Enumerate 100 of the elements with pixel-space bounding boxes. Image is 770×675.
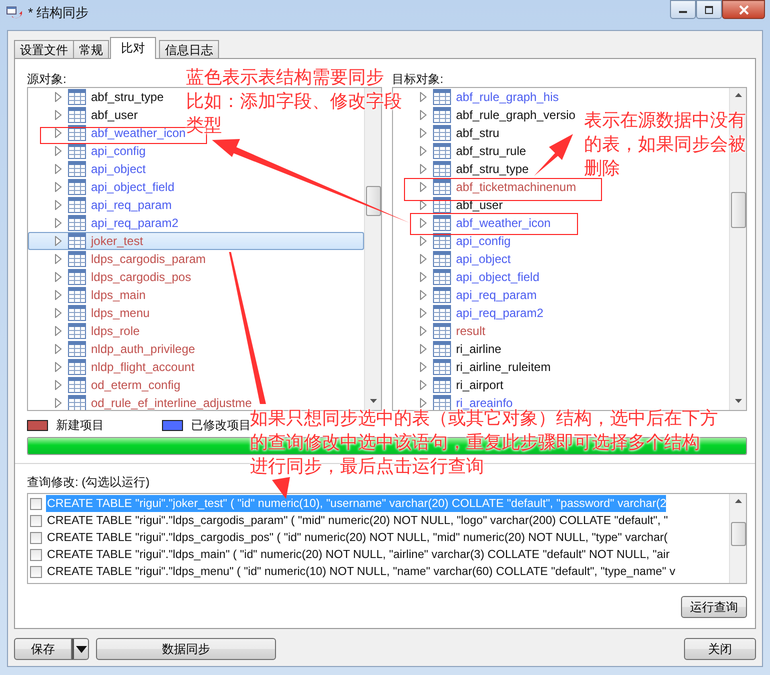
data-sync-button[interactable]: 数据同步 xyxy=(96,638,276,660)
table-icon xyxy=(433,89,451,105)
tab[interactable]: 设置文件 xyxy=(14,40,74,59)
annotation-text: 的查询修改中选中该语句，重复此步骤即可选择多个结构 xyxy=(250,431,700,455)
table-icon xyxy=(433,233,451,249)
table-icon xyxy=(68,359,86,375)
table-icon xyxy=(433,179,451,195)
checkbox[interactable] xyxy=(30,498,42,510)
tree-item[interactable]: api_req_param xyxy=(456,288,537,302)
table-icon xyxy=(433,359,451,375)
tree-item[interactable]: abf_weather_icon xyxy=(456,216,551,230)
scroll-down-icon[interactable] xyxy=(734,398,742,404)
tree-item[interactable]: abf_stru_type xyxy=(456,162,529,176)
dropdown-button[interactable] xyxy=(72,638,89,660)
table-icon xyxy=(68,323,86,339)
close-dialog-button[interactable]: 关闭 xyxy=(684,638,756,660)
scrollbar-thumb[interactable] xyxy=(366,186,380,216)
checkbox[interactable] xyxy=(30,514,42,526)
table-icon xyxy=(433,251,451,267)
tree-item[interactable]: ri_airline xyxy=(456,342,502,356)
tree-item[interactable]: ldps_menu xyxy=(91,306,150,320)
query-item[interactable]: CREATE TABLE "rigui"."joker_test" ( "id" numeric(10), "username" varchar(20) COLLATE "default", "password" varchar(2 xyxy=(46,495,666,512)
table-icon xyxy=(433,269,451,285)
tree-item[interactable]: api_req_param2 xyxy=(91,216,178,230)
checkbox[interactable] xyxy=(30,566,42,578)
close-button[interactable] xyxy=(722,0,765,19)
table-icon xyxy=(68,269,86,285)
tree-item[interactable]: api_object_field xyxy=(91,180,174,194)
query-label: 查询修改: (勾选以运行) xyxy=(27,474,150,490)
tree-item[interactable]: abf_ticketmachinenum xyxy=(456,180,576,194)
table-icon xyxy=(68,197,86,213)
tree-item[interactable]: ldps_role xyxy=(91,324,140,338)
caret-icon xyxy=(76,646,86,652)
selected-row[interactable]: joker_test xyxy=(28,232,364,250)
table-icon xyxy=(433,305,451,321)
table-icon xyxy=(68,251,86,267)
tree-item[interactable]: api_object xyxy=(91,162,146,176)
tree-item[interactable]: od_eterm_config xyxy=(91,378,180,392)
tree-item[interactable]: nldp_auth_privilege xyxy=(91,342,196,356)
table-icon xyxy=(68,143,86,159)
scrollbar-thumb[interactable] xyxy=(730,522,746,546)
tree-item[interactable]: abf_stru_type xyxy=(91,90,164,104)
table-icon xyxy=(68,125,86,141)
close-icon xyxy=(738,4,750,14)
tree-item[interactable]: api_config xyxy=(456,234,511,248)
tree-item[interactable]: ri_airport xyxy=(456,378,504,392)
minimize-button[interactable] xyxy=(670,0,696,19)
tree-item[interactable]: ldps_main xyxy=(91,288,146,302)
annotation-text: 的表，如果同步会被 xyxy=(584,133,746,157)
tree-item[interactable]: abf_stru_rule xyxy=(456,144,526,158)
table-icon xyxy=(433,161,451,177)
tab[interactable]: 信息日志 xyxy=(159,40,219,59)
table-icon xyxy=(68,233,86,249)
scrollbar-thumb[interactable] xyxy=(730,192,746,228)
table-icon xyxy=(68,89,86,105)
table-icon xyxy=(433,287,451,303)
query-item[interactable]: CREATE TABLE "rigui"."ldps_cargodis_param" ( "mid" numeric(20) NOT NULL, "logo" varchar(200) COLLATE "default", " xyxy=(46,512,668,529)
tree-item[interactable]: api_req_param xyxy=(91,198,172,212)
tree-item[interactable]: api_req_param2 xyxy=(456,306,544,320)
table-icon xyxy=(433,323,451,339)
query-item[interactable]: CREATE TABLE "rigui"."ldps_menu" ( "id" numeric(10) NOT NULL, "name" varchar(60) COLLATE "default", "type_name" v xyxy=(46,563,676,580)
tree-item[interactable]: result xyxy=(456,324,486,338)
tree-item[interactable]: ri_areainfo xyxy=(456,396,513,410)
tree-item[interactable]: nldp_flight_account xyxy=(91,360,194,374)
scroll-up-icon[interactable] xyxy=(734,498,742,504)
checkbox[interactable] xyxy=(30,548,42,560)
tree-item[interactable]: api_object_field xyxy=(456,270,540,284)
tree-item[interactable]: abf_rule_graph_versio xyxy=(456,108,576,122)
legend-label: 已修改项目 xyxy=(191,418,251,434)
query-item[interactable]: CREATE TABLE "rigui"."ldps_cargodis_pos" ( "id" numeric(20) NOT NULL, "mid" numeric(20) NOT NULL, "type" varchar( xyxy=(46,529,668,546)
table-icon xyxy=(433,377,451,393)
tree-item[interactable]: ldps_cargodis_param xyxy=(91,252,206,266)
tree-item[interactable]: api_object xyxy=(456,252,511,266)
tree-item[interactable]: abf_rule_graph_his xyxy=(456,90,559,104)
annotation-text: 进行同步，最后点击运行查询 xyxy=(250,455,484,479)
save-button[interactable]: 保存 xyxy=(14,638,72,660)
table-icon xyxy=(68,215,86,231)
maximize-button[interactable] xyxy=(696,0,722,19)
tree-item[interactable]: abf_stru xyxy=(456,126,500,140)
tree-item[interactable]: abf_user xyxy=(456,198,503,212)
scroll-up-icon[interactable] xyxy=(734,92,742,98)
tree-item[interactable]: joker_test xyxy=(91,234,144,248)
tree-item[interactable]: api_config xyxy=(91,144,146,158)
tree-item[interactable]: od_rule_ef_interline_adjustme xyxy=(91,396,252,410)
tree-item[interactable]: abf_user xyxy=(91,108,138,122)
table-icon xyxy=(433,107,451,123)
table-icon xyxy=(68,179,86,195)
tree-item[interactable]: abf_weather_icon xyxy=(91,126,186,140)
run-query-button[interactable]: 运行查询 xyxy=(681,596,747,618)
annotation-text: 删除 xyxy=(584,157,620,181)
tab[interactable]: 常规 xyxy=(73,40,109,59)
tab[interactable]: 比对 xyxy=(110,37,156,59)
tree-item[interactable]: ldps_cargodis_pos xyxy=(91,270,192,284)
window-title: * 结构同步 xyxy=(28,4,89,22)
scroll-down-icon[interactable] xyxy=(368,398,378,404)
tree-item[interactable]: ri_airline_ruleitem xyxy=(456,360,551,374)
table-icon xyxy=(68,107,86,123)
checkbox[interactable] xyxy=(30,532,42,544)
query-item[interactable]: CREATE TABLE "rigui"."ldps_main" ( "id" numeric(20) NOT NULL, "airline" varchar(3) COLLATE "default" NOT NULL, "air xyxy=(46,546,670,563)
table-icon xyxy=(433,197,451,213)
